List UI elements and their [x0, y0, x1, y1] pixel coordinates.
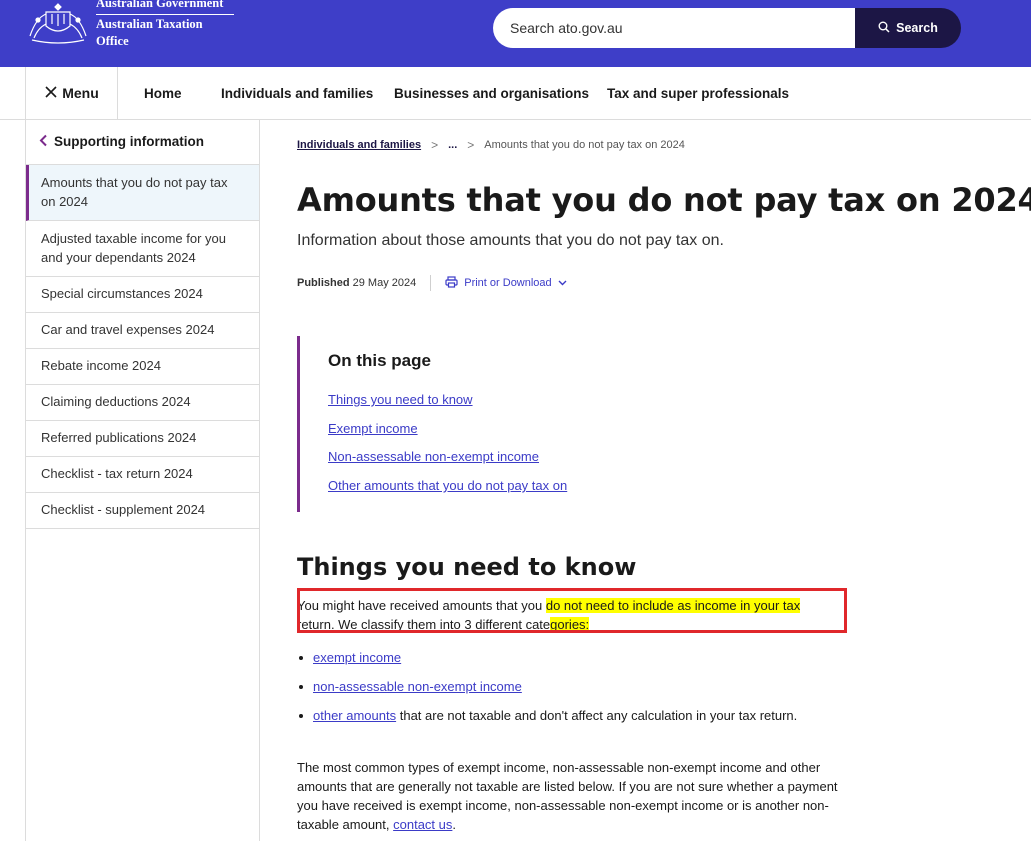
- print-download-button[interactable]: Print or Download: [445, 275, 567, 291]
- sidebar-item-special-circumstances[interactable]: Special circumstances 2024: [26, 277, 259, 313]
- sidebar-item-checklist-supplement[interactable]: Checklist - supplement 2024: [26, 493, 259, 529]
- menu-button[interactable]: Menu: [25, 67, 118, 119]
- toc-link-things-to-know[interactable]: Things you need to know: [328, 392, 473, 407]
- page-title: Amounts that you do not pay tax on 2024: [297, 181, 1031, 219]
- main-navigation: Menu Home Individuals and families Busin…: [0, 67, 1031, 120]
- sidebar-heading: Supporting information: [54, 134, 204, 149]
- meta-divider: [430, 275, 432, 291]
- nane-income-link[interactable]: non-assessable non-exempt income: [313, 679, 522, 694]
- chevron-right-icon: >: [431, 138, 439, 152]
- list-item: exempt income: [297, 648, 817, 667]
- print-download-label: Print or Download: [464, 277, 552, 289]
- highlighted-text-end: gories:: [550, 617, 590, 632]
- printer-icon: [445, 275, 458, 291]
- highlighted-text: do not need to include as income in your…: [545, 598, 801, 613]
- paragraph-text: The most common types of exempt income, …: [297, 760, 838, 832]
- toc-heading: On this page: [328, 351, 431, 370]
- coat-of-arms-icon: [24, 0, 92, 46]
- page-subtitle: Information about those amounts that you…: [297, 232, 724, 249]
- chevron-right-icon: >: [467, 138, 475, 152]
- sidebar-item-checklist-tax-return[interactable]: Checklist - tax return 2024: [26, 457, 259, 493]
- toc-link-exempt-income[interactable]: Exempt income: [328, 421, 418, 436]
- toc-link-other-amounts[interactable]: Other amounts that you do not pay tax on: [328, 478, 567, 493]
- sidebar-item-referred-publications[interactable]: Referred publications 2024: [26, 421, 259, 457]
- publish-meta: Published 29 May 2024 Print or Download: [297, 275, 567, 291]
- sidebar-item-adjusted-taxable-income[interactable]: Adjusted taxable income for you and your…: [26, 221, 259, 277]
- category-list: exempt income non-assessable non-exempt …: [297, 648, 817, 735]
- logo-text: Australian Government Australian Taxatio…: [96, 0, 234, 51]
- search-button-label: Search: [896, 21, 938, 35]
- paragraph-end: .: [452, 817, 457, 832]
- chevron-left-icon: [39, 134, 48, 150]
- body-paragraph: The most common types of exempt income, …: [297, 758, 845, 834]
- list-item: other amounts that are not taxable and d…: [297, 706, 817, 725]
- other-amounts-link[interactable]: other amounts: [313, 708, 396, 723]
- sidebar-item-car-travel[interactable]: Car and travel expenses 2024: [26, 313, 259, 349]
- site-header: Australian Government Australian Taxatio…: [0, 0, 1031, 67]
- search-input[interactable]: [493, 8, 855, 48]
- section-heading: Things you need to know: [297, 553, 637, 581]
- intro-text: You might have received amounts that you: [297, 598, 546, 613]
- contact-us-link[interactable]: contact us: [393, 817, 452, 832]
- toc-link-nane-income[interactable]: Non-assessable non-exempt income: [328, 449, 539, 464]
- search-icon: [878, 21, 890, 36]
- breadcrumb-current: Amounts that you do not pay tax on 2024: [484, 139, 685, 151]
- sidebar-item-claiming-deductions[interactable]: Claiming deductions 2024: [26, 385, 259, 421]
- chevron-down-icon: [558, 277, 567, 289]
- search-button[interactable]: Search: [855, 8, 961, 48]
- published-date: 29 May 2024: [352, 277, 417, 289]
- close-icon: [44, 85, 58, 102]
- nav-item-businesses[interactable]: Businesses and organisations: [394, 67, 589, 119]
- sidebar-item-rebate-income[interactable]: Rebate income 2024: [26, 349, 259, 385]
- nav-item-individuals[interactable]: Individuals and families: [221, 67, 373, 119]
- menu-label: Menu: [62, 85, 99, 101]
- breadcrumb-root-link[interactable]: Individuals and families: [297, 139, 421, 151]
- exempt-income-link[interactable]: exempt income: [313, 650, 401, 665]
- on-this-page: On this page Things you need to know Exe…: [297, 336, 700, 512]
- sidebar-item-amounts-not-taxed[interactable]: Amounts that you do not pay tax on 2024: [26, 165, 259, 221]
- nav-item-home[interactable]: Home: [144, 67, 182, 119]
- nav-item-tax-professionals[interactable]: Tax and super professionals: [607, 67, 789, 119]
- breadcrumb-ellipsis[interactable]: ...: [448, 139, 457, 151]
- list-item-text: that are not taxable and don't affect an…: [396, 708, 798, 723]
- intro-paragraph: You might have received amounts that you…: [297, 596, 842, 634]
- breadcrumb: Individuals and families > ... > Amounts…: [297, 138, 685, 152]
- intro-text-line2: return. We classify them into 3 differen…: [297, 617, 551, 632]
- list-item: non-assessable non-exempt income: [297, 677, 817, 696]
- sidebar-back-link[interactable]: Supporting information: [26, 119, 259, 165]
- logo-line-ato: Australian Taxation Office: [96, 16, 203, 49]
- published-label: Published: [297, 277, 350, 289]
- logo-line-government: Australian Government: [96, 0, 234, 15]
- search-bar: Search: [493, 8, 961, 48]
- sidebar: Supporting information Amounts that you …: [25, 119, 260, 841]
- ato-logo[interactable]: Australian Government Australian Taxatio…: [24, 0, 234, 48]
